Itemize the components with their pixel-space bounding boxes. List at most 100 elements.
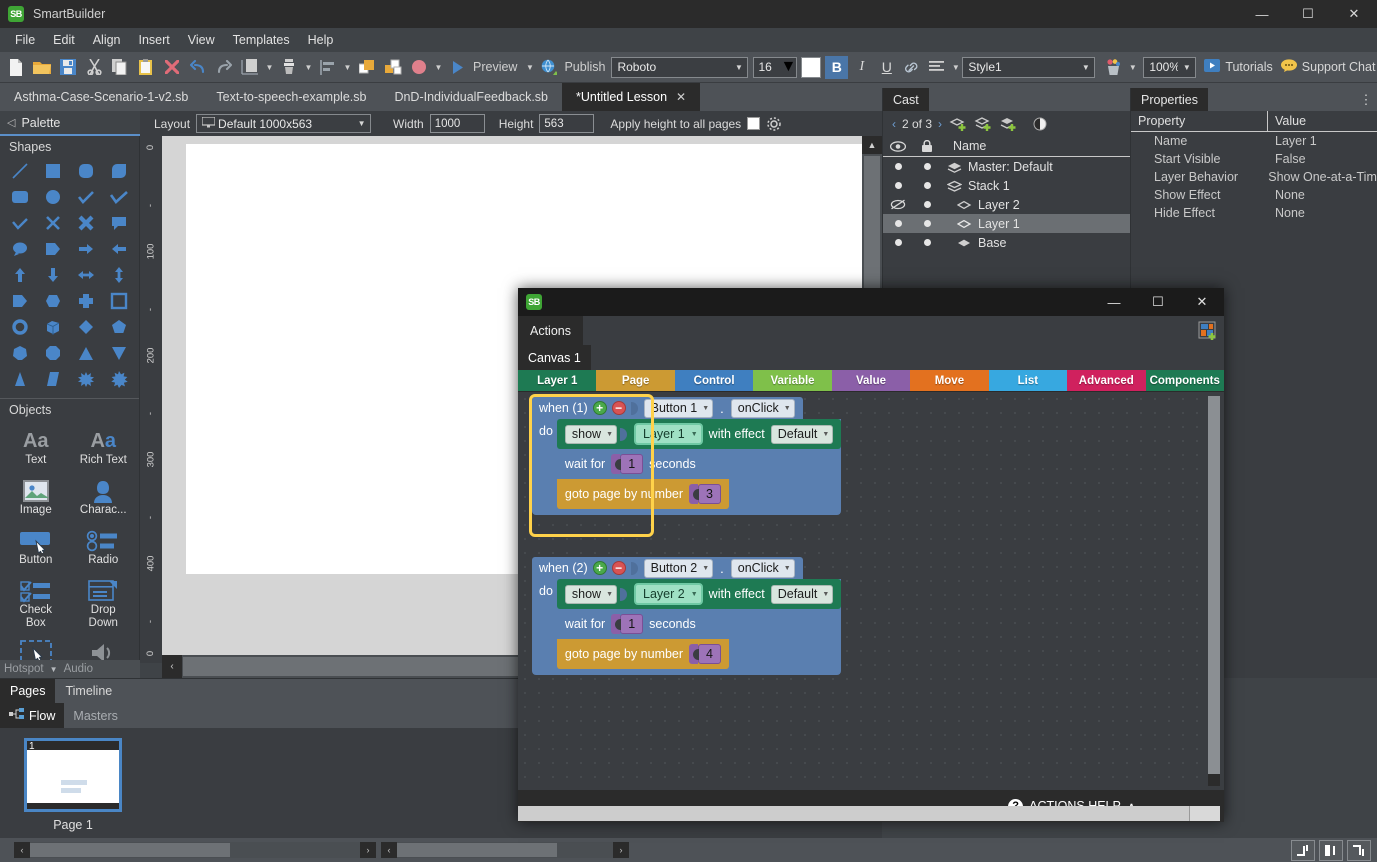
when-block-header[interactable]: when (1) + − Button 1 ▼ . onClick ▼ [532, 397, 803, 419]
category-layer-1[interactable]: Layer 1 [518, 370, 597, 391]
publish-globe-icon[interactable] [537, 54, 561, 80]
show-layer-block-1[interactable]: show ▼ Layer 1 ▼ with effect Default ▼ [556, 419, 842, 449]
visibility-dot[interactable] [883, 182, 913, 189]
menu-templates[interactable]: Templates [224, 30, 299, 50]
category-variable[interactable]: Variable [753, 370, 832, 391]
font-family-select[interactable]: Roboto ▼ [611, 56, 749, 78]
scroll-thumb[interactable] [397, 843, 557, 857]
heptagon-shape[interactable] [4, 341, 37, 365]
check-shape[interactable] [4, 211, 37, 235]
menu-view[interactable]: View [179, 30, 224, 50]
theme-dropdown-caret[interactable]: ▼ [1126, 54, 1139, 80]
arrow-up-shape[interactable] [4, 263, 37, 287]
wait-block-2[interactable]: wait for 1 seconds [556, 609, 704, 639]
lock-dot[interactable] [913, 239, 941, 246]
record-dropdown-caret[interactable]: ▼ [432, 54, 445, 80]
arrow-right-shape[interactable] [70, 237, 103, 261]
object-text[interactable]: Aa Text [2, 424, 70, 474]
italic-button[interactable]: I [850, 56, 873, 79]
maximize-button[interactable]: ☐ [1285, 0, 1331, 28]
x-bold-shape[interactable] [70, 211, 103, 235]
property-row-show-effect[interactable]: Show Effect None [1131, 186, 1377, 204]
category-control[interactable]: Control [674, 370, 754, 391]
close-button[interactable]: ✕ [1331, 0, 1377, 28]
more-options-icon[interactable]: ⋮ [1355, 88, 1377, 111]
wait-seconds-number[interactable]: 1 [620, 614, 644, 634]
add-stack-icon[interactable] [973, 114, 995, 134]
text-color-swatch[interactable] [801, 56, 822, 78]
cast-row-layer-2[interactable]: Layer 2 [883, 195, 1130, 214]
goto-page-block-2[interactable]: goto page by number 4 [556, 639, 729, 669]
show-target-select-2[interactable]: Layer 2 ▼ [634, 583, 703, 605]
height-input[interactable]: 563 [539, 114, 595, 133]
category-components[interactable]: Components [1145, 370, 1224, 391]
chevron-down-icon[interactable]: ▼ [50, 665, 58, 674]
star-burst-shape[interactable] [70, 367, 103, 391]
align-text-dropdown-caret[interactable]: ▼ [949, 54, 962, 80]
collapse-palette-icon[interactable]: ◁ [7, 116, 15, 129]
scroll-right-icon[interactable]: › [360, 842, 376, 858]
tab-flow[interactable]: Flow [0, 703, 65, 728]
tutorials-link[interactable]: Tutorials [1204, 59, 1273, 75]
save-icon[interactable] [56, 54, 80, 80]
goto-page-number[interactable]: 4 [698, 644, 721, 664]
preview-play-icon[interactable] [446, 54, 470, 80]
zoom-select[interactable]: 100% ▼ [1143, 56, 1197, 78]
doc-tab-asthma[interactable]: Asthma-Case-Scenario-1-v2.sb [0, 83, 202, 111]
pentagon-arrow-shape[interactable] [4, 289, 37, 313]
panel-center-icon[interactable] [1319, 839, 1343, 861]
add-layer-icon[interactable] [948, 114, 970, 134]
visibility-dot[interactable] [883, 163, 913, 170]
font-size-select[interactable]: 16 ▼ [753, 56, 798, 78]
octagon-shape[interactable] [37, 341, 70, 365]
subtab-canvas-1[interactable]: Canvas 1 [518, 345, 591, 370]
actions-dialog[interactable]: SB — ☐ ✕ Actions Canvas 1 Layer 1 Page C… [518, 288, 1224, 822]
align-text-icon[interactable] [925, 56, 948, 79]
goto-page-number[interactable]: 3 [698, 484, 721, 504]
object-image[interactable]: Image [2, 474, 70, 524]
triangle-down-shape[interactable] [102, 341, 135, 365]
show-effect-select-1[interactable]: Default ▼ [770, 424, 834, 444]
gear-icon[interactable] [766, 116, 781, 131]
copy-icon[interactable] [108, 54, 132, 80]
object-button[interactable]: Button [2, 524, 70, 574]
cast-row-stack-1[interactable]: Stack 1 [883, 176, 1130, 195]
visibility-dot[interactable] [883, 239, 913, 246]
bold-button[interactable]: B [825, 55, 849, 79]
wait-seconds-value-1[interactable]: 1 [611, 454, 644, 474]
object-radio[interactable]: Radio [70, 524, 138, 574]
layout-select[interactable]: Default 1000x563 ▼ [196, 114, 372, 133]
close-icon[interactable]: ✕ [676, 90, 686, 104]
menu-help[interactable]: Help [299, 30, 343, 50]
triangle-shape[interactable] [70, 341, 103, 365]
page-thumbnail[interactable]: 1 [24, 738, 122, 812]
speech-round-shape[interactable] [4, 237, 37, 261]
ungroup-icon[interactable] [381, 54, 405, 80]
show-effect-select-2[interactable]: Default ▼ [770, 584, 834, 604]
trapezoid-shape[interactable] [4, 367, 37, 391]
arrow-down-shape[interactable] [37, 263, 70, 287]
object-character[interactable]: Charac... [70, 474, 138, 524]
leaf-shape[interactable] [102, 159, 135, 183]
wait-seconds-number[interactable]: 1 [620, 454, 644, 474]
cast-next-button[interactable]: › [935, 117, 945, 131]
cast-row-layer-1[interactable]: Layer 1 [883, 214, 1130, 233]
cast-row-base[interactable]: Base [883, 233, 1130, 252]
tab-masters[interactable]: Masters [64, 709, 126, 723]
goto-page-value-1[interactable]: 3 [689, 484, 721, 504]
redo-icon[interactable] [212, 54, 236, 80]
diamond-shape[interactable] [70, 315, 103, 339]
goto-page-block-1[interactable]: goto page by number 3 [556, 479, 729, 509]
event-object-select-2[interactable]: Button 2 ▼ [643, 558, 714, 578]
wait-block-1[interactable]: wait for 1 seconds [556, 449, 704, 479]
event-type-select-1[interactable]: onClick ▼ [730, 398, 795, 418]
property-value[interactable]: None [1268, 188, 1305, 202]
link-icon[interactable] [900, 56, 923, 79]
visibility-dot[interactable] [883, 220, 913, 227]
tab-cast[interactable]: Cast [883, 88, 929, 111]
blocks-vertical-scrollbar[interactable] [1208, 396, 1220, 786]
tab-pages[interactable]: Pages [0, 679, 56, 703]
visibility-toggle-icon[interactable] [1029, 114, 1051, 134]
when-block-2[interactable]: when (2) + − Button 2 ▼ . onClick ▼ do s… [532, 557, 842, 675]
menu-file[interactable]: File [6, 30, 44, 50]
